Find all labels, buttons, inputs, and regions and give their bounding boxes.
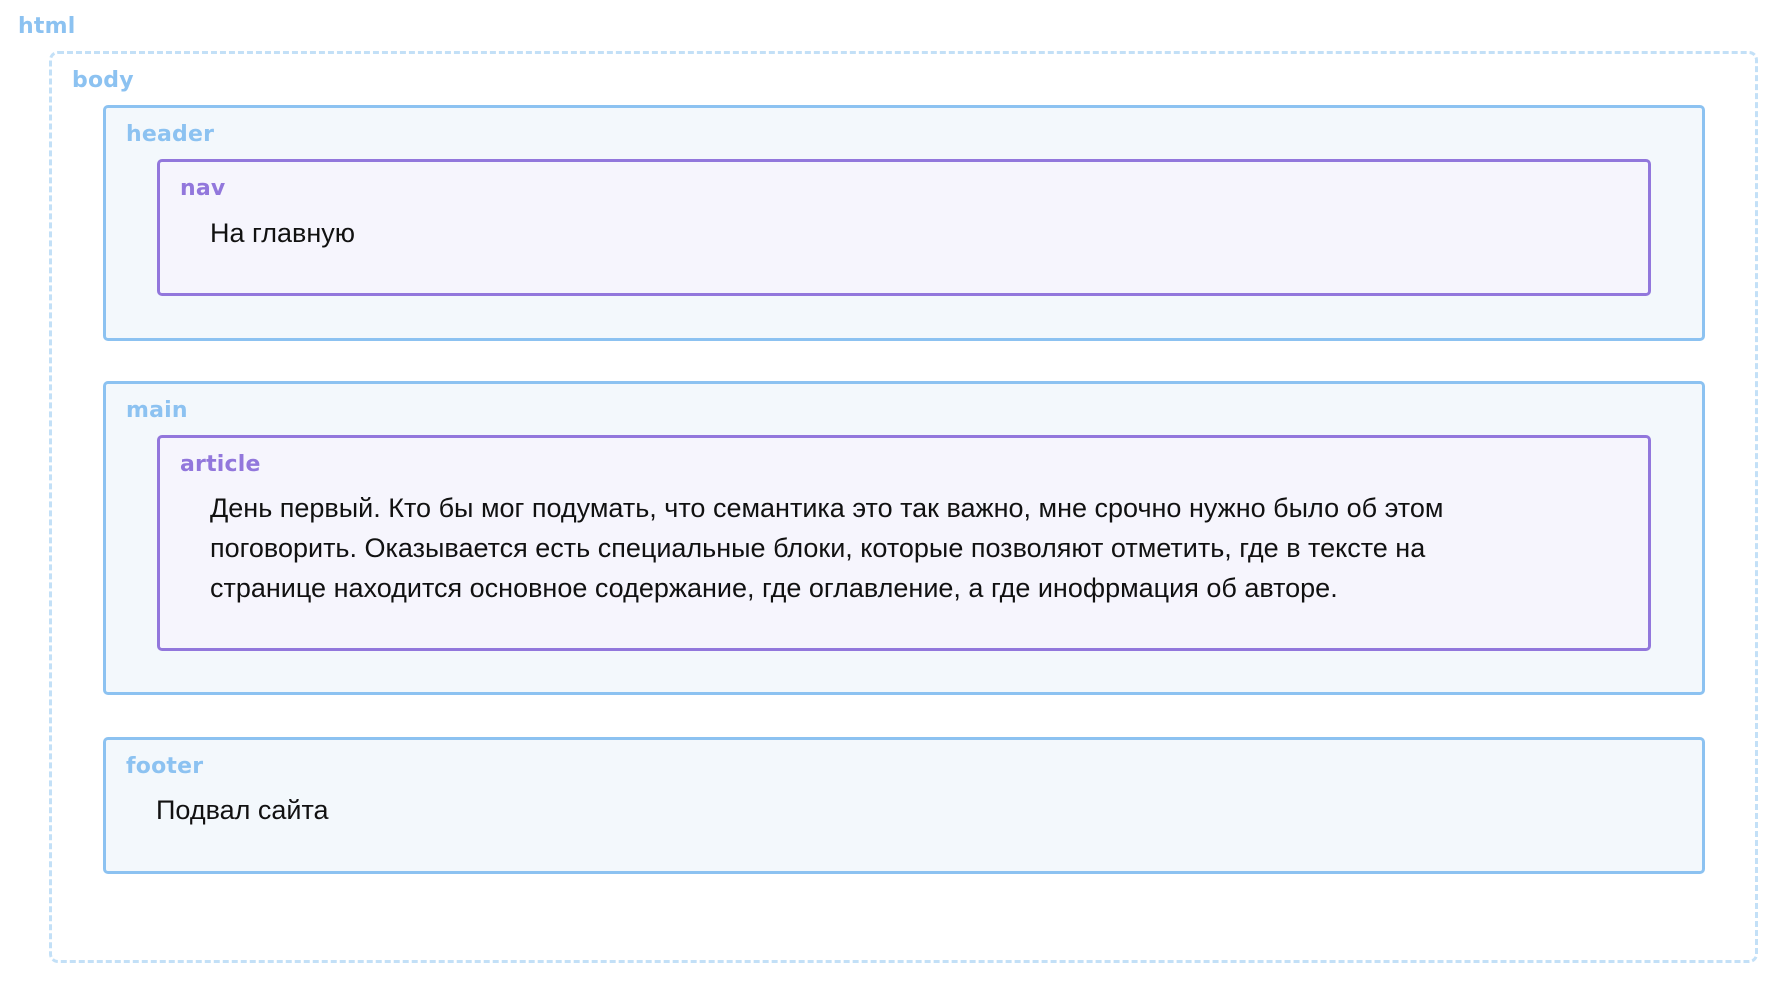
html-label: html — [18, 14, 76, 39]
body-label: body — [72, 68, 134, 93]
footer-box — [103, 737, 1705, 874]
footer-text: Подвал сайта — [156, 795, 329, 825]
nav-link[interactable]: На главную — [210, 213, 355, 253]
nav-label: nav — [180, 176, 226, 201]
header-label: header — [126, 122, 215, 147]
main-label: main — [126, 398, 188, 423]
nav-box — [157, 159, 1651, 296]
article-label: article — [180, 452, 261, 477]
footer-label: footer — [126, 754, 204, 779]
article-text: День первый. Кто бы мог подумать, что се… — [210, 493, 1444, 603]
